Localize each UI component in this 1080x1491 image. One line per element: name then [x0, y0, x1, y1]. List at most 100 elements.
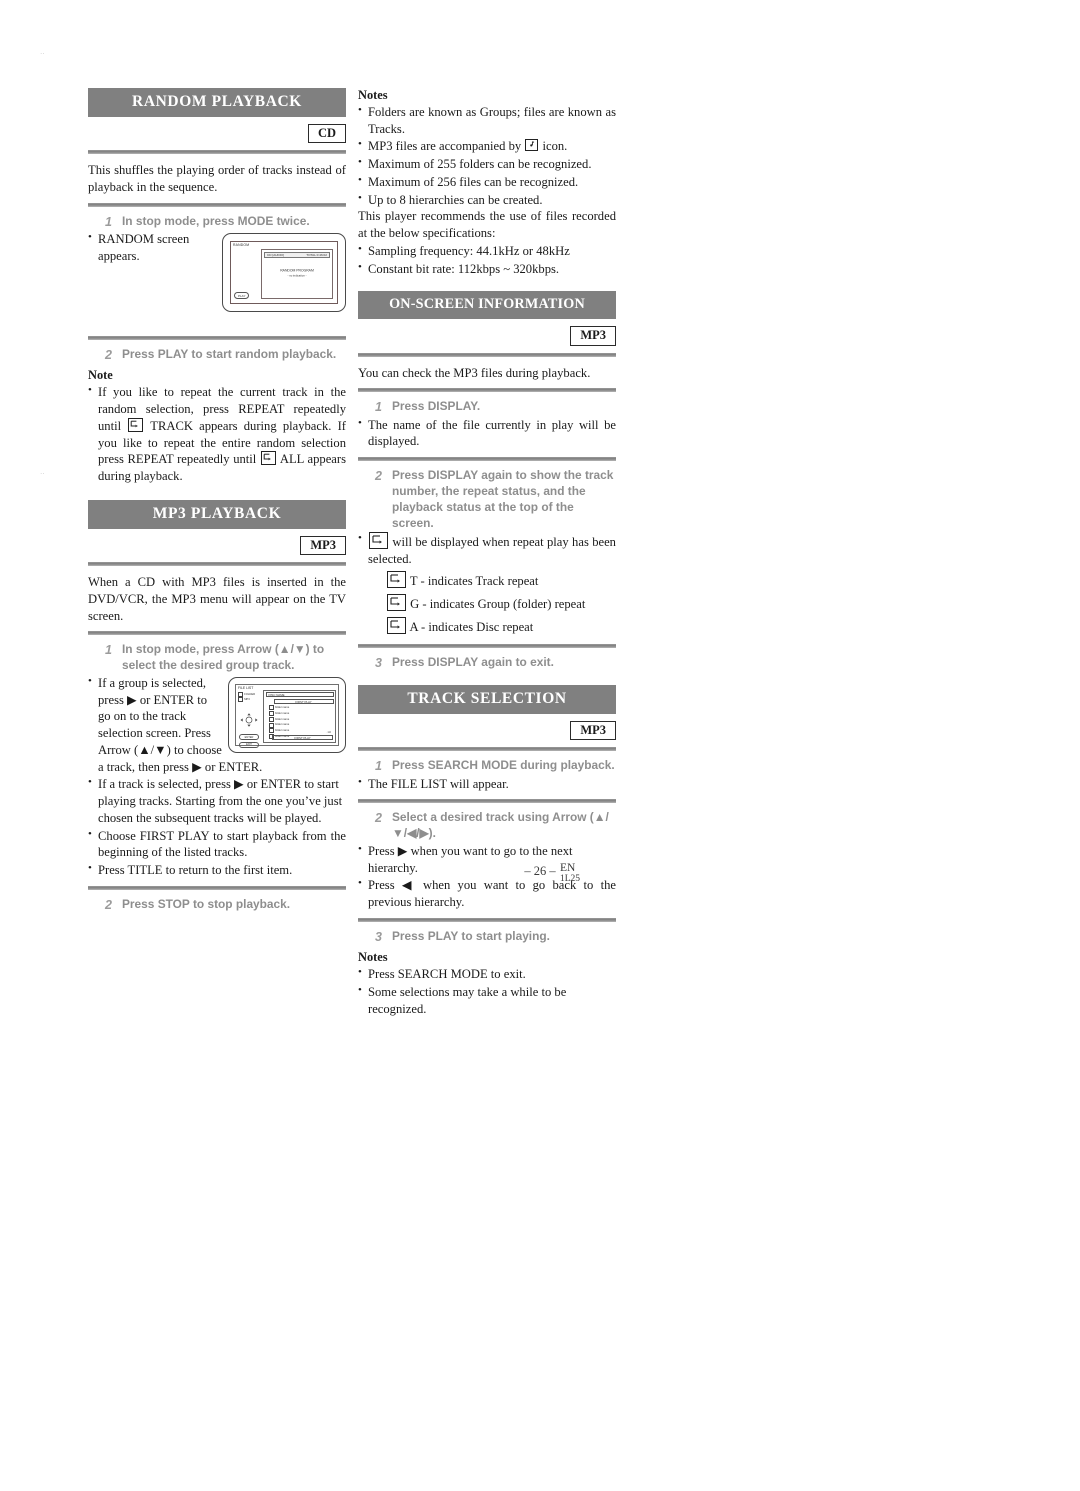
- left-column: RANDOM PLAYBACK CD This shuffles the pla…: [88, 88, 346, 913]
- divider-thick: [88, 150, 346, 155]
- list-item: will be displayed when repeat play has b…: [358, 531, 616, 567]
- step-mp3-1: 1 In stop mode, press Arrow (▲/▼) to sel…: [88, 642, 346, 674]
- step-number: 3: [375, 655, 382, 670]
- step-ts-1: 1 Press SEARCH MODE during playback.: [358, 758, 616, 774]
- step-text: In stop mode, press Arrow (▲/▼) to selec…: [122, 642, 325, 673]
- divider-thick: [88, 562, 346, 567]
- indicator-row-track: T - indicates Track repeat: [386, 570, 616, 591]
- scroll-hint: ·1/2: [326, 730, 331, 734]
- corner-mark: ··: [40, 50, 45, 58]
- step-text: Press DISPLAY again to exit.: [392, 654, 554, 669]
- notes-heading-mp3: Notes: [358, 88, 388, 102]
- footer-codes: EN 1L25: [560, 862, 630, 884]
- folder-icon: [268, 728, 274, 734]
- step-text: Press DISPLAY.: [392, 399, 481, 414]
- indicator-disc-label: A - indicates Disc repeat: [409, 619, 534, 634]
- mp3-file-icon: [525, 139, 539, 152]
- indicator-row-group: G - indicates Group (folder) repeat: [386, 593, 616, 614]
- repeat-group-indicator-icon: [387, 593, 406, 611]
- badge-row-mp3: MP3: [88, 535, 346, 556]
- file-list-inner: FILE LIST FOLDER MP3 ENTER EXIT: [235, 683, 339, 748]
- divider-thick: [358, 457, 616, 462]
- disc-badge-mp3: MP3: [570, 720, 616, 741]
- section-title-on-screen-information: ON-SCREEN INFORMATION: [358, 291, 616, 320]
- dpad-illustration: ENTER EXIT: [239, 712, 259, 748]
- badge-row-ts: MP3: [358, 720, 616, 741]
- step-ts-2: 2 Select a desired track using Arrow (▲/…: [358, 810, 616, 842]
- divider-thick: [358, 643, 616, 648]
- file-list-legend: FOLDER MP3: [238, 691, 255, 702]
- divider-thick: [88, 631, 346, 636]
- page-number: – 26 –: [524, 864, 556, 878]
- file-list-panel: DISC NAME FIRST PLAY folder name folder …: [263, 689, 336, 743]
- list-item: Constant bit rate: 112kbps ~ 320kbps.: [358, 260, 616, 278]
- folder-icon: [268, 722, 274, 728]
- section-title-random-playback: RANDOM PLAYBACK: [88, 88, 346, 117]
- file-row: folder name: [268, 711, 334, 717]
- step-number: 2: [375, 811, 382, 826]
- file-row-label: folder name: [275, 723, 290, 727]
- divider-thick: [358, 747, 616, 752]
- step-number: 3: [375, 929, 382, 944]
- list-item: RANDOM screen appears.: [88, 230, 346, 264]
- step-number: 2: [105, 897, 112, 912]
- list-item: The name of the file currently in play w…: [358, 416, 616, 450]
- repeat-track-indicator-icon: [387, 570, 406, 588]
- list-item: Sampling frequency: 44.1kHz or 48kHz: [358, 242, 616, 260]
- arrow-pad-icon: [240, 713, 258, 727]
- step-number: 1: [105, 214, 112, 229]
- notes-mp3-list: Folders are known as Groups; files are k…: [358, 103, 616, 209]
- first-play-bottom: FIRST PLAY: [272, 735, 333, 741]
- step-number: 2: [375, 469, 382, 484]
- footer-doc-code: 1L25: [560, 874, 581, 884]
- disc-badge-mp3: MP3: [570, 326, 616, 346]
- list-item: If a track is selected, press ▶ or ENTER…: [88, 775, 346, 826]
- indicator-track-label: T - indicates Track repeat: [409, 573, 539, 588]
- folder-icon: [268, 705, 274, 711]
- section-title-track-selection: TRACK SELECTION: [358, 684, 616, 714]
- list-item: The FILE LIST will appear.: [358, 775, 616, 793]
- indicator-group-label: G - indicates Group (folder) repeat: [410, 596, 586, 611]
- mp3-icon-text-post: icon.: [542, 139, 568, 154]
- divider-thick: [88, 336, 346, 341]
- step-text: Press SEARCH MODE during playback.: [392, 758, 615, 773]
- list-item: Up to 8 hierarchies can be created.: [358, 191, 616, 209]
- list-item: Maximum of 256 files can be recognized.: [358, 173, 616, 191]
- mp3-swatch-icon: [238, 696, 243, 702]
- first-play-top: FIRST PLAY: [273, 698, 334, 704]
- disc-badge-mp3: MP3: [300, 535, 346, 556]
- file-row: folder name: [268, 705, 334, 711]
- step-osi-1: 1 Press DISPLAY.: [358, 399, 616, 415]
- step-mp3-2: 2 Press STOP to stop playback.: [88, 897, 346, 913]
- corner-mark-2: ··: [40, 470, 45, 478]
- mp3-bullets-block: FILE LIST FOLDER MP3 ENTER EXIT: [88, 674, 346, 879]
- step-random-2: 2 Press PLAY to start random playback.: [88, 347, 346, 363]
- legend-mp3: MP3: [238, 696, 255, 702]
- list-item: Choose FIRST PLAY to start playback from…: [88, 827, 346, 861]
- file-row: folder name: [268, 728, 334, 734]
- manual-page: ·· ·· RANDOM PLAYBACK CD This shuffles t…: [0, 0, 1080, 1491]
- list-item: If you like to repeat the current track …: [88, 383, 346, 484]
- list-item: FILE LIST FOLDER MP3 ENTER EXIT: [88, 674, 346, 775]
- note-heading: Note: [88, 368, 113, 383]
- folder-icon: [268, 711, 274, 717]
- step-text: Select a desired track using Arrow (▲/▼/…: [392, 810, 609, 841]
- file-row-label: folder name: [275, 717, 290, 721]
- ts-step1-bullets: The FILE LIST will appear.: [358, 775, 616, 793]
- repeat-track-icon: [128, 417, 144, 432]
- repeat-all-icon: [260, 451, 276, 466]
- file-list-frame: FILE LIST FOLDER MP3 ENTER EXIT: [228, 676, 346, 753]
- osi-intro-text: You can check the MP3 files during playb…: [358, 365, 591, 380]
- file-row: folder name: [268, 722, 334, 728]
- step-text: Press PLAY to start playing.: [392, 928, 550, 943]
- divider-thick: [88, 202, 346, 207]
- repeat-indicator-icon: [369, 532, 388, 550]
- random-screen-block: RANDOM CD [AUDIO] TOTAL 0:46:02 RANDOM P…: [88, 230, 346, 314]
- badge-row-random: CD: [88, 124, 346, 144]
- recommend-text: This player recommends the use of files …: [358, 209, 616, 241]
- divider-thick: [88, 885, 346, 890]
- step-osi-2: 2 Press DISPLAY again to show the track …: [358, 468, 616, 531]
- step-text: Press DISPLAY again to show the track nu…: [392, 468, 614, 530]
- disc-name-field: DISC NAME: [265, 692, 334, 698]
- step-ts-3: 3 Press PLAY to start playing.: [358, 929, 616, 945]
